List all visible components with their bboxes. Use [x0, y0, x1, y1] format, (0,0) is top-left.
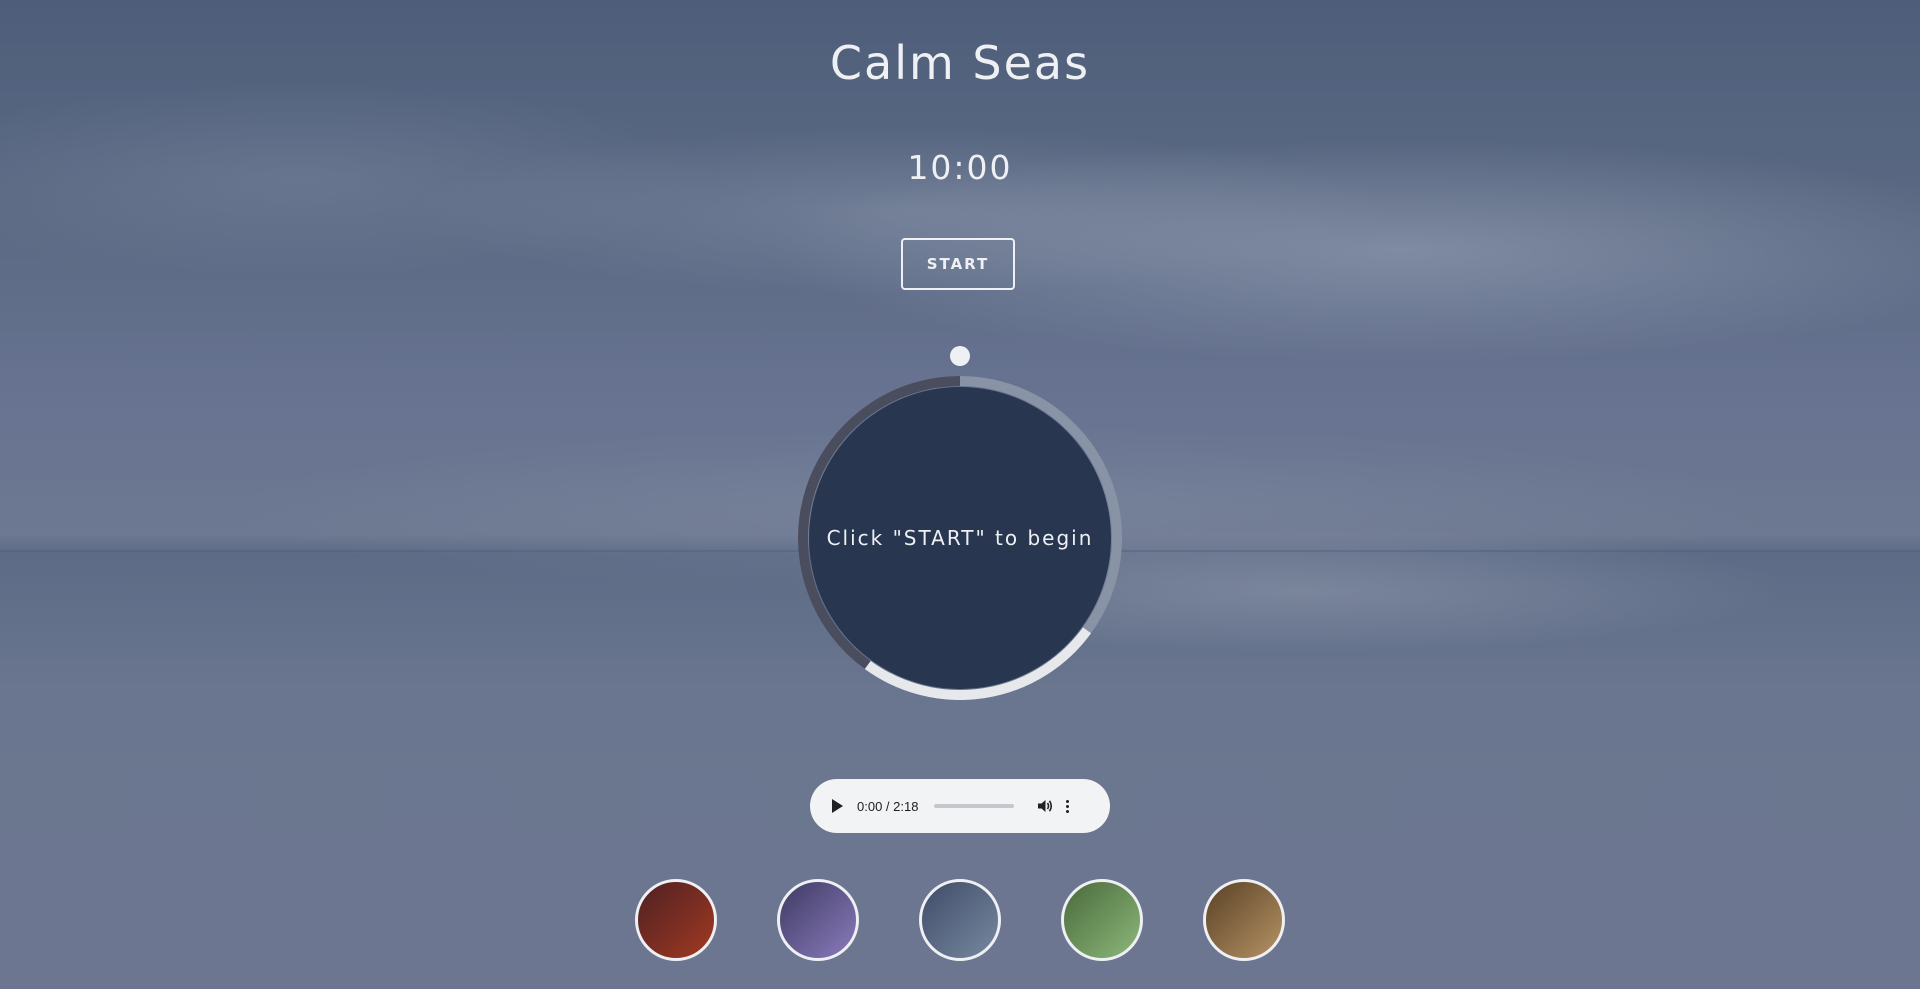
timer-display: 10:00 — [907, 148, 1013, 187]
red-theme-swatch[interactable] — [635, 879, 717, 961]
purple-theme-swatch[interactable] — [777, 879, 859, 961]
brown-theme-swatch[interactable] — [1203, 879, 1285, 961]
circle-prompt-text: Click "START" to begin — [826, 526, 1094, 550]
breathing-circle: Click "START" to begin — [780, 340, 1140, 700]
volume-icon[interactable] — [1036, 797, 1054, 815]
start-button[interactable]: START — [901, 238, 1015, 290]
audio-progress-bar[interactable] — [934, 804, 1015, 808]
green-theme-swatch[interactable] — [1061, 879, 1143, 961]
blue-theme-swatch[interactable] — [919, 879, 1001, 961]
page-title: Calm Seas — [829, 36, 1091, 90]
audio-time: 0:00 / 2:18 — [857, 798, 919, 814]
theme-selector — [0, 879, 1920, 961]
audio-player: 0:00 / 2:18 — [810, 779, 1110, 833]
play-icon[interactable] — [832, 799, 843, 813]
more-options-icon[interactable] — [1066, 799, 1070, 813]
